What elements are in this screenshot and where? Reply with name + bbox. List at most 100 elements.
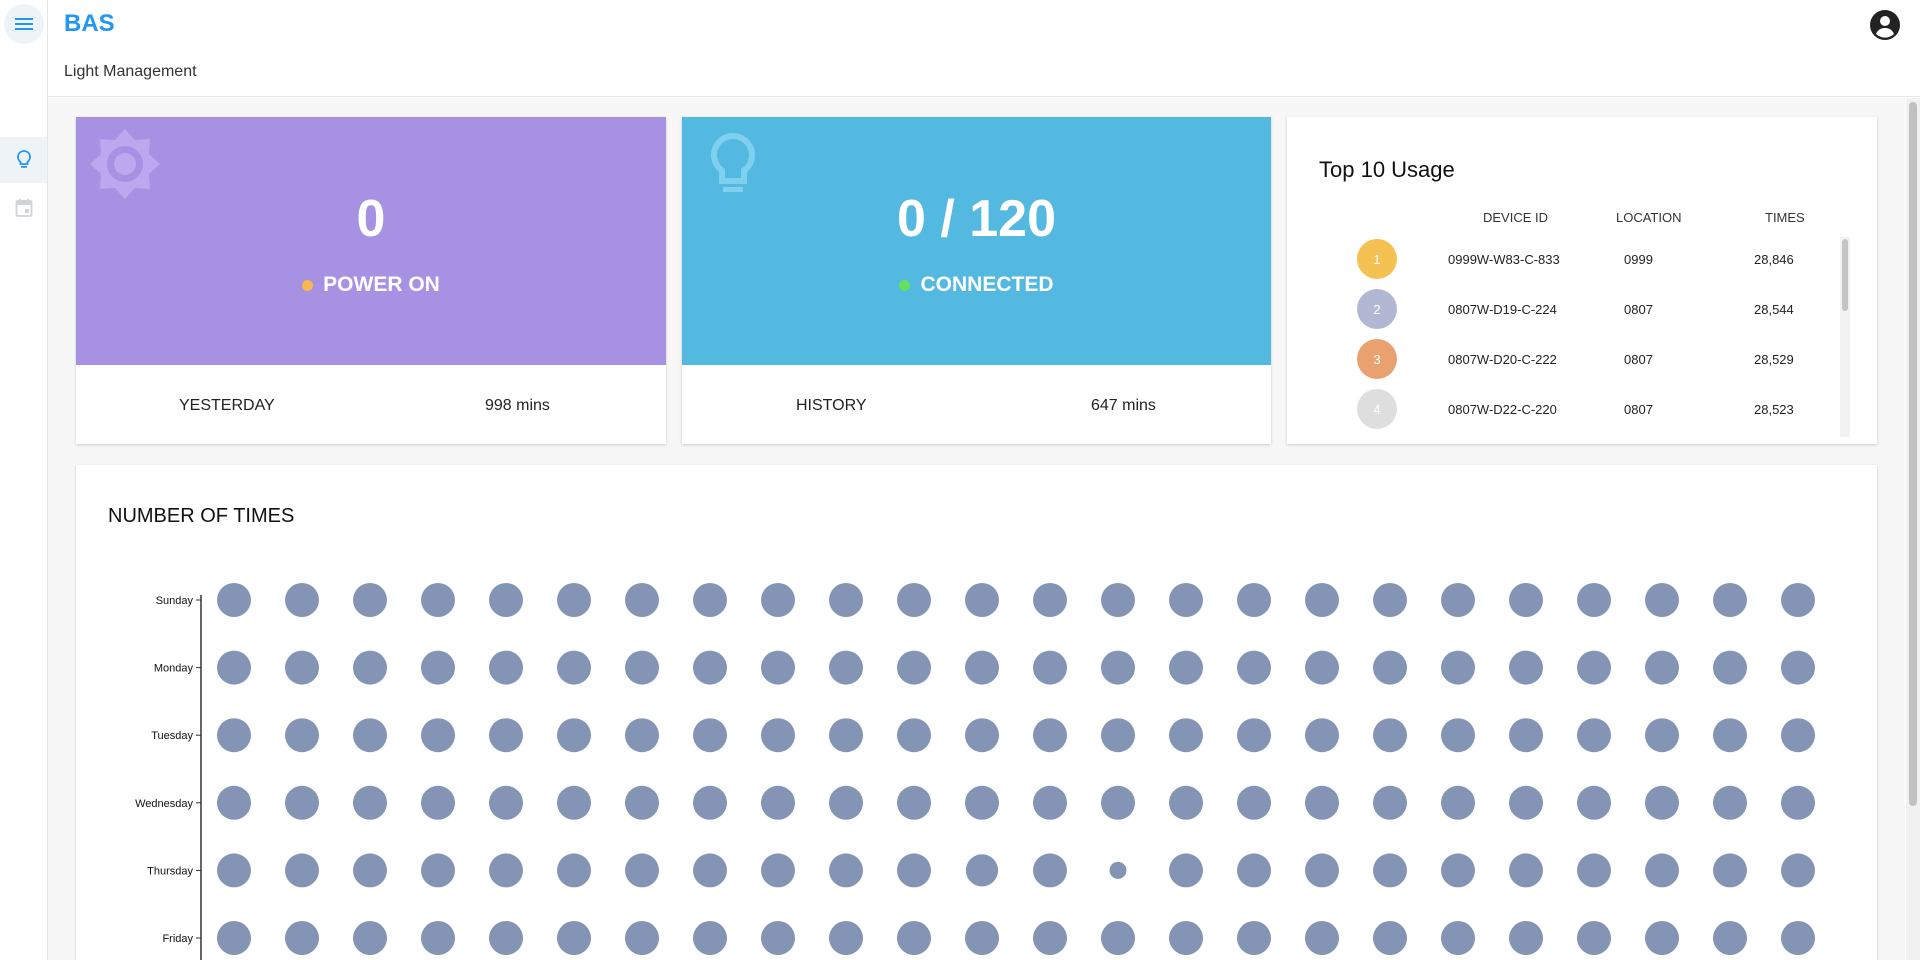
data-point[interactable]	[489, 583, 523, 617]
data-point[interactable]	[489, 718, 523, 753]
data-point[interactable]	[1101, 921, 1135, 955]
table-row[interactable]: 4 0807W-D22-C-220 0807 28,523	[1287, 389, 1847, 439]
data-point[interactable]	[285, 785, 319, 820]
data-point[interactable]	[1305, 583, 1339, 617]
data-point[interactable]	[897, 583, 931, 617]
data-point[interactable]	[1713, 583, 1747, 617]
table-row[interactable]: 2 0807W-D19-C-224 0807 28,544	[1287, 289, 1847, 339]
data-point[interactable]	[285, 583, 319, 617]
data-point[interactable]	[353, 583, 387, 617]
data-point[interactable]	[217, 718, 251, 753]
data-point[interactable]	[1509, 583, 1543, 617]
table-row[interactable]: 3 0807W-D20-C-222 0807 28,529	[1287, 339, 1847, 389]
data-point[interactable]	[1169, 583, 1203, 617]
menu-button[interactable]	[4, 4, 44, 44]
page-scrollbar[interactable]	[1906, 98, 1920, 960]
data-point[interactable]	[829, 718, 863, 753]
data-point[interactable]	[1169, 853, 1203, 888]
data-point[interactable]	[625, 853, 659, 888]
table-scrollbar-thumb[interactable]	[1842, 239, 1848, 311]
data-point[interactable]	[1305, 785, 1339, 820]
data-point[interactable]	[761, 718, 795, 753]
data-point[interactable]	[557, 650, 591, 685]
brand-logo[interactable]: BAS	[64, 10, 115, 38]
data-point[interactable]	[1169, 718, 1203, 753]
data-point[interactable]	[1781, 921, 1815, 955]
data-point[interactable]	[353, 650, 387, 685]
data-point[interactable]	[761, 583, 795, 617]
data-point[interactable]	[761, 921, 795, 955]
data-point[interactable]	[217, 650, 251, 685]
data-point[interactable]	[1305, 853, 1339, 888]
data-point[interactable]	[1781, 785, 1815, 820]
sidebar-item-light[interactable]	[0, 137, 47, 183]
data-point[interactable]	[1373, 650, 1407, 685]
account-icon[interactable]	[1868, 8, 1902, 42]
table-row[interactable]: 1 0999W-W83-C-833 0999 28,846	[1287, 239, 1847, 289]
data-point[interactable]	[897, 785, 931, 820]
data-point[interactable]	[1713, 718, 1747, 753]
data-point[interactable]	[285, 650, 319, 685]
data-point[interactable]	[421, 785, 455, 820]
data-point[interactable]	[1441, 853, 1475, 888]
data-point[interactable]	[353, 785, 387, 820]
data-point[interactable]	[1645, 650, 1679, 685]
data-point[interactable]	[1509, 650, 1543, 685]
data-point[interactable]	[829, 583, 863, 617]
table-scrollbar[interactable]	[1840, 237, 1850, 437]
data-point[interactable]	[1373, 718, 1407, 753]
data-point[interactable]	[829, 921, 863, 955]
data-point[interactable]	[897, 650, 931, 685]
data-point[interactable]	[1713, 650, 1747, 685]
data-point[interactable]	[1577, 650, 1611, 685]
data-point[interactable]	[693, 583, 727, 617]
data-point[interactable]	[1441, 785, 1475, 820]
data-point[interactable]	[285, 718, 319, 753]
data-point[interactable]	[1781, 718, 1815, 753]
data-point[interactable]	[1237, 718, 1271, 753]
data-point[interactable]	[1033, 853, 1067, 888]
data-point[interactable]	[965, 650, 999, 685]
data-point[interactable]	[1781, 853, 1815, 888]
data-point[interactable]	[1645, 921, 1679, 955]
data-point[interactable]	[829, 785, 863, 820]
data-point[interactable]	[1645, 583, 1679, 617]
data-point[interactable]	[1237, 785, 1271, 820]
data-point[interactable]	[1577, 853, 1611, 888]
data-point[interactable]	[693, 921, 727, 955]
data-point[interactable]	[965, 785, 999, 820]
data-point[interactable]	[1305, 921, 1339, 955]
data-point[interactable]	[829, 650, 863, 685]
data-point[interactable]	[965, 854, 999, 887]
data-point[interactable]	[1109, 861, 1127, 879]
data-point[interactable]	[217, 853, 251, 888]
data-point[interactable]	[1101, 650, 1135, 685]
data-point[interactable]	[1713, 785, 1747, 820]
data-point[interactable]	[965, 921, 999, 955]
data-point[interactable]	[1509, 921, 1543, 955]
data-point[interactable]	[489, 785, 523, 820]
data-point[interactable]	[353, 921, 387, 955]
data-point[interactable]	[761, 785, 795, 820]
data-point[interactable]	[1441, 718, 1475, 753]
data-point[interactable]	[1509, 718, 1543, 753]
data-point[interactable]	[897, 718, 931, 753]
data-point[interactable]	[421, 650, 455, 685]
data-point[interactable]	[1781, 583, 1815, 617]
data-point[interactable]	[1305, 650, 1339, 685]
data-point[interactable]	[1033, 718, 1067, 753]
data-point[interactable]	[965, 583, 999, 617]
data-point[interactable]	[217, 583, 251, 617]
data-point[interactable]	[693, 718, 727, 753]
data-point[interactable]	[1101, 583, 1135, 617]
data-point[interactable]	[1577, 583, 1611, 617]
sidebar-item-schedule[interactable]	[0, 185, 47, 231]
data-point[interactable]	[1441, 583, 1475, 617]
data-point[interactable]	[1509, 853, 1543, 888]
data-point[interactable]	[557, 785, 591, 820]
data-point[interactable]	[1237, 853, 1271, 888]
data-point[interactable]	[1237, 921, 1271, 955]
data-point[interactable]	[1373, 583, 1407, 617]
data-point[interactable]	[965, 718, 999, 753]
data-point[interactable]	[421, 583, 455, 617]
